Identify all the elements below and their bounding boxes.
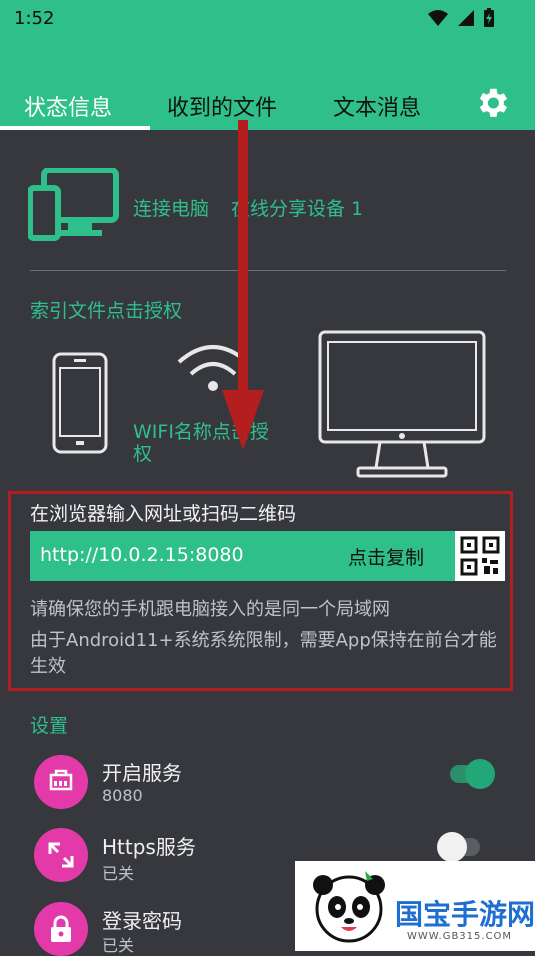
- ethernet-icon: [49, 769, 73, 791]
- setting-subtitle-service: 8080: [102, 786, 143, 805]
- android11-note: 由于Android11+系统系统限制，需要App保持在前台才能生效: [30, 630, 497, 677]
- url-text: http://10.0.2.15:8080: [40, 544, 244, 566]
- qr-code-button[interactable]: [455, 531, 505, 581]
- tab-received-files[interactable]: 收到的文件: [167, 90, 277, 122]
- toggle-thumb: [465, 759, 495, 789]
- setting-subtitle-https: 已关: [102, 864, 135, 883]
- expand-icon: [48, 842, 74, 868]
- settings-header: 设置: [30, 715, 69, 737]
- copy-button[interactable]: 点击复制: [348, 543, 424, 570]
- phone-icon: [52, 352, 108, 454]
- wifi-signal-icon: [428, 10, 448, 26]
- watermark-logo: 国宝手游网 WWW.GB315.COM: [295, 861, 535, 951]
- watermark-brand: 国宝手游网: [395, 898, 535, 931]
- tab-text-messages[interactable]: 文本消息: [333, 90, 421, 122]
- arrow-annotation-icon: [222, 120, 264, 450]
- watermark-url: WWW.GB315.COM: [407, 931, 513, 942]
- url-bar[interactable]: http://10.0.2.15:8080 点击复制: [30, 531, 505, 581]
- setting-icon-password: [34, 902, 88, 956]
- lock-icon: [51, 915, 71, 942]
- setting-title-service: 开启服务: [102, 761, 182, 785]
- status-time: 1:52: [14, 8, 55, 29]
- status-bar: 1:52: [0, 0, 535, 36]
- same-lan-note: 请确保您的手机跟电脑接入的是同一个局域网: [30, 599, 390, 620]
- browser-instruction: 在浏览器输入网址或扫码二维码: [30, 503, 297, 525]
- gear-icon[interactable]: [473, 84, 511, 122]
- setting-icon-service: [34, 755, 88, 809]
- system-icons: [427, 8, 495, 28]
- devices-icon: [28, 168, 119, 241]
- toggle-thumb: [437, 832, 467, 862]
- panda-logo-icon: [313, 871, 385, 943]
- setting-icon-https: [34, 828, 88, 882]
- setting-title-password: 登录密码: [102, 909, 182, 933]
- tab-status-info[interactable]: 状态信息: [24, 90, 112, 122]
- battery-icon: [484, 8, 494, 27]
- setting-subtitle-password: 已关: [102, 936, 135, 955]
- index-files-auth-link[interactable]: 索引文件点击授权: [30, 296, 182, 323]
- setting-title-https: Https服务: [102, 835, 196, 859]
- cell-signal-icon: [458, 10, 474, 26]
- qr-code-icon: [460, 536, 500, 576]
- active-tab-indicator: [0, 126, 150, 130]
- connect-computer-link[interactable]: 连接电脑: [133, 194, 209, 221]
- monitor-icon: [318, 330, 486, 478]
